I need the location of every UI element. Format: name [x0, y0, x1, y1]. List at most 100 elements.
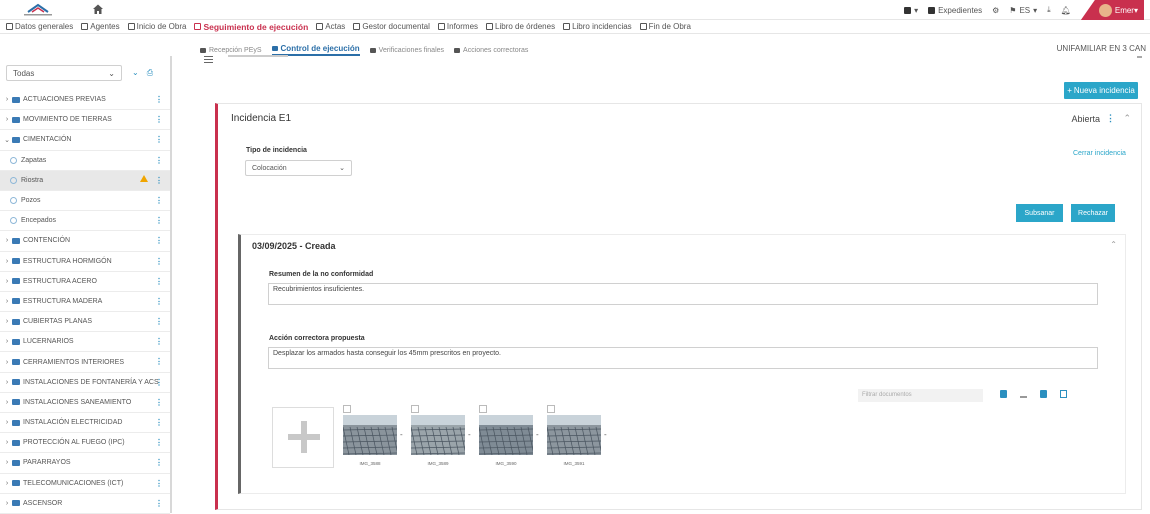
chevron-right-icon[interactable]: ›	[2, 298, 12, 305]
sidebar-item[interactable]: › CERRAMIENTOS INTERIORES ⋮	[0, 352, 170, 373]
chevron-right-icon[interactable]: ›	[2, 399, 12, 406]
nav-item-7[interactable]: Libro de órdenes	[486, 22, 555, 31]
expedientes-link[interactable]: Expedientes	[928, 6, 982, 15]
more-options-icon[interactable]: ⋮	[1106, 113, 1115, 124]
chevron-right-icon[interactable]: ›	[2, 116, 12, 123]
nav-item-1[interactable]: Agentes	[81, 22, 120, 31]
chevron-right-icon[interactable]: ›	[2, 96, 12, 103]
nav-item-2[interactable]: Inicio de Obra	[127, 22, 186, 31]
sidebar-item[interactable]: › INSTALACIONES SANEAMIENTO ⋮	[0, 393, 170, 413]
language-selector[interactable]: ⚑ ES ▾	[1009, 6, 1037, 15]
nav-item-9[interactable]: Fin de Obra	[639, 22, 691, 31]
chevron-up-icon[interactable]: ⌃	[1110, 240, 1117, 249]
checkbox-icon[interactable]	[1000, 390, 1007, 398]
more-options-icon[interactable]: ⋮	[155, 418, 163, 427]
chevron-right-icon[interactable]: ›	[2, 419, 12, 426]
sidebar-item[interactable]: Pozos ⋮	[0, 191, 170, 212]
chevron-right-icon[interactable]: ›	[2, 318, 12, 325]
sidebar-item[interactable]: › PROTECCIÓN AL FUEGO (IPC) ⋮	[0, 433, 170, 454]
chevron-right-icon[interactable]: ›	[2, 258, 12, 265]
rechazar-button[interactable]: Rechazar	[1071, 204, 1115, 222]
sidebar-item[interactable]: › ESTRUCTURA MADERA ⋮	[0, 292, 170, 313]
chevron-up-icon[interactable]: ⌃	[1123, 113, 1131, 124]
sidebar-item[interactable]: › ESTRUCTURA HORMIGÓN ⋮	[0, 252, 170, 272]
more-options-icon[interactable]: ⋮	[155, 499, 163, 508]
image-thumbnail[interactable]	[343, 415, 397, 455]
more-options-icon[interactable]: ⋮	[155, 479, 163, 488]
sidebar-item[interactable]: › CONTENCIÓN ⋮	[0, 231, 170, 252]
minimize-icon[interactable]	[1137, 56, 1142, 58]
sidebar-item[interactable]: › INSTALACIÓN ELECTRICIDAD ⋮	[0, 413, 170, 434]
image-select-checkbox[interactable]	[479, 405, 487, 413]
nav-item-6[interactable]: Informes	[437, 22, 478, 31]
chevron-right-icon[interactable]: ›	[2, 439, 12, 446]
more-options-icon[interactable]: ⋮	[155, 176, 163, 185]
add-document-button[interactable]	[272, 407, 334, 468]
more-options-icon[interactable]: ⋮	[155, 196, 163, 205]
chevron-right-icon[interactable]: ›	[2, 480, 12, 487]
subnav-tab-2[interactable]: Verificaciones finales	[369, 47, 444, 54]
chevron-right-icon[interactable]: ›	[2, 237, 12, 244]
subsanar-button[interactable]: Subsanar	[1016, 204, 1063, 222]
more-options-icon[interactable]: ⋮	[155, 277, 163, 286]
tipo-select[interactable]: Colocación ⌄	[245, 160, 352, 176]
image-thumbnail[interactable]	[411, 415, 465, 455]
expand-all-icon[interactable]: ⌄	[132, 68, 139, 78]
sidebar-item[interactable]: Riostra ⋮	[0, 170, 170, 191]
sidebar-item[interactable]: ⌄ CIMENTACIÓN ⋮	[0, 130, 170, 151]
more-options-icon[interactable]: ⋮	[155, 398, 163, 407]
nav-item-4[interactable]: Actas	[316, 22, 345, 31]
sidebar-item[interactable]: › LUCERNARIOS ⋮	[0, 332, 170, 353]
sidebar-item[interactable]: › ESTRUCTURA ACERO ⋮	[0, 272, 170, 292]
subnav-tab-0[interactable]: Recepción PEyS	[200, 47, 262, 54]
more-options-icon[interactable]: ⋮	[155, 135, 163, 144]
chevron-right-icon[interactable]: ›	[2, 379, 12, 386]
chevron-right-icon[interactable]: ›	[2, 278, 12, 285]
more-options-icon[interactable]: ⋮	[155, 257, 163, 266]
image-select-checkbox[interactable]	[411, 405, 419, 413]
sidebar-item[interactable]: › INSTALACIONES DE FONTANERÍA Y ACS ⋮	[0, 373, 170, 393]
chevron-right-icon[interactable]: ›	[2, 500, 12, 507]
sidebar-item[interactable]: › TELECOMUNICACIONES (ICT) ⋮	[0, 474, 170, 494]
more-options-icon[interactable]: ⋮	[155, 236, 163, 245]
calendar-menu[interactable]: ▾	[904, 6, 918, 15]
close-incidence-link[interactable]: Cerrar incidencia	[1073, 150, 1126, 157]
chevron-right-icon[interactable]: ›	[2, 459, 12, 466]
more-options-icon[interactable]: ⋮	[155, 357, 163, 366]
status-filter-select[interactable]: Todas ⌄	[6, 65, 122, 81]
home-icon[interactable]	[92, 3, 104, 15]
more-options-icon[interactable]: ⋮	[155, 216, 163, 225]
print-icon[interactable]: ⎙	[147, 68, 153, 78]
more-options-icon[interactable]: ⋮	[155, 337, 163, 346]
image-select-checkbox[interactable]	[547, 405, 555, 413]
image-thumbnail[interactable]	[479, 415, 533, 455]
sidebar-item[interactable]: › ACTUACIONES PREVIAS ⋮	[0, 90, 170, 111]
nav-item-5[interactable]: Gestor documental	[353, 22, 430, 31]
subnav-tab-3[interactable]: Acciones correctoras	[454, 47, 528, 54]
more-options-icon[interactable]: ⋮	[155, 458, 163, 467]
more-options-icon[interactable]: ⋮	[155, 438, 163, 447]
trash-icon[interactable]	[1040, 390, 1047, 398]
more-options-icon[interactable]: ⋮	[155, 317, 163, 326]
sidebar-item[interactable]: Zapatas ⋮	[0, 151, 170, 171]
accion-field[interactable]: Desplazar los armados hasta conseguir lo…	[268, 347, 1098, 369]
sidebar-item[interactable]: › ASCENSOR ⋮	[0, 494, 170, 514]
settings-button[interactable]: ⚙	[992, 6, 999, 15]
new-document-icon[interactable]	[1060, 390, 1067, 398]
notifications-button[interactable]: 🔔︎	[1061, 6, 1071, 15]
nav-item-8[interactable]: Libro incidencias	[563, 22, 632, 31]
sidebar-item[interactable]: › PARARRAYOS ⋮	[0, 453, 170, 474]
more-options-icon[interactable]: ⋮	[155, 297, 163, 306]
chevron-down-icon[interactable]: ⌄	[2, 136, 12, 144]
nav-item-3[interactable]: Seguimiento de ejecución	[194, 22, 308, 32]
image-select-checkbox[interactable]	[343, 405, 351, 413]
more-options-icon[interactable]: ⋮	[155, 156, 163, 165]
more-options-icon[interactable]: ⋮	[155, 95, 163, 104]
download-icon[interactable]	[1020, 390, 1027, 398]
filter-documents-input[interactable]: Filtrar documentos	[858, 389, 983, 402]
chevron-right-icon[interactable]: ›	[2, 338, 12, 345]
image-thumbnail[interactable]	[547, 415, 601, 455]
user-menu[interactable]: Emer ▾	[1080, 0, 1144, 20]
download-button[interactable]: ⤓	[1047, 5, 1051, 15]
sidebar-item[interactable]: Encepados ⋮	[0, 211, 170, 232]
